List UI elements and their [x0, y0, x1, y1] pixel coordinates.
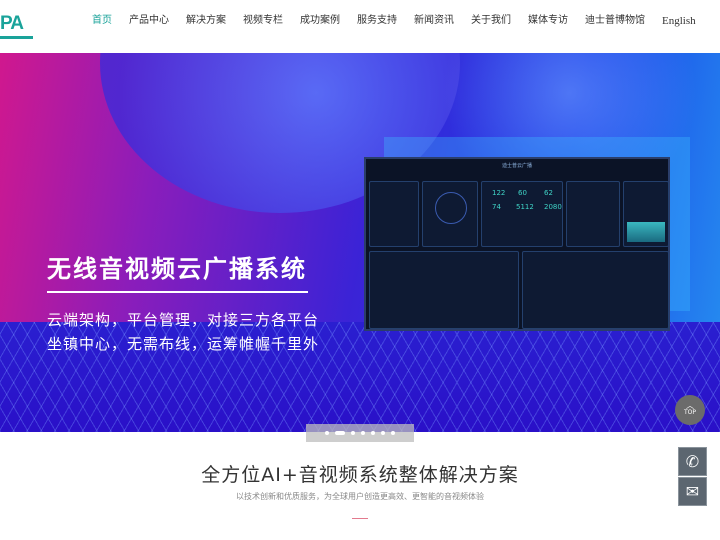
panel: [623, 181, 669, 247]
banner-line-1: 云端架构，平台管理，对接三方各平台: [47, 311, 320, 329]
panel: [369, 251, 519, 329]
panel: [566, 181, 620, 247]
dashboard-image: 迪士普云广播 122 60 62 74 5112 2080: [364, 157, 670, 331]
nav-media[interactable]: 媒体专访: [528, 14, 568, 28]
section-title: 全方位AI+音视频系统整体解决方案: [201, 464, 519, 486]
hero-banner[interactable]: 无线音视频云广播系统 云端架构，平台管理，对接三方各平台 坐镇中心，无需布线，运…: [0, 53, 720, 432]
stat: 60: [518, 189, 527, 197]
nav-videos[interactable]: 视频专栏: [243, 14, 283, 28]
divider: [47, 291, 308, 293]
nav-home[interactable]: 首页: [92, 14, 112, 28]
nav-solutions[interactable]: 解决方案: [186, 14, 226, 28]
stat: 5112: [516, 203, 534, 211]
nav-museum[interactable]: 迪士普博物馆: [585, 14, 645, 28]
top-nav: PA 首页 产品中心 解决方案 视频专栏 成功案例 服务支持 新闻资讯 关于我们…: [0, 0, 720, 53]
section-subtitle: 以技术创新和优质服务，为全球用户创造更高效、更智能的音视频体验: [236, 492, 484, 501]
stat: 2080: [544, 203, 562, 211]
dashboard-title: 迪士普云广播: [501, 163, 532, 169]
slide-indicators: [306, 424, 414, 442]
panel: [422, 181, 478, 247]
nav-products[interactable]: 产品中心: [129, 14, 169, 28]
slide-dot[interactable]: [361, 431, 365, 435]
nav-news[interactable]: 新闻资讯: [414, 14, 454, 28]
stat: 122: [492, 189, 506, 197]
panel: [369, 181, 419, 247]
nav-support[interactable]: 服务支持: [357, 14, 397, 28]
nav-english[interactable]: English: [662, 14, 696, 28]
slide-dot[interactable]: [371, 431, 375, 435]
banner-line-2: 坐镇中心，无需布线，运筹帷幄千里外: [47, 335, 320, 353]
stat: 74: [492, 203, 501, 211]
slide-dot[interactable]: [325, 431, 329, 435]
stat: 62: [544, 189, 553, 197]
slide-dot[interactable]: [391, 431, 395, 435]
nav-about[interactable]: 关于我们: [471, 14, 511, 28]
top-label: TOP: [683, 409, 696, 416]
banner-headline: 无线音视频云广播系统: [47, 255, 307, 283]
title-underline: [352, 518, 368, 519]
slide-dot[interactable]: [351, 431, 355, 435]
logo[interactable]: PA: [0, 14, 34, 40]
back-to-top-button[interactable]: ︿ TOP: [675, 395, 705, 425]
slide-dot-active[interactable]: [335, 431, 345, 435]
panel: 122 60 62 74 5112 2080: [481, 181, 563, 247]
panel: [522, 251, 669, 329]
chevron-up-icon: ︿: [686, 401, 694, 410]
slide-dot[interactable]: [381, 431, 385, 435]
nav-cases[interactable]: 成功案例: [300, 14, 340, 28]
main-menu: 首页 产品中心 解决方案 视频专栏 成功案例 服务支持 新闻资讯 关于我们 媒体…: [92, 14, 713, 28]
